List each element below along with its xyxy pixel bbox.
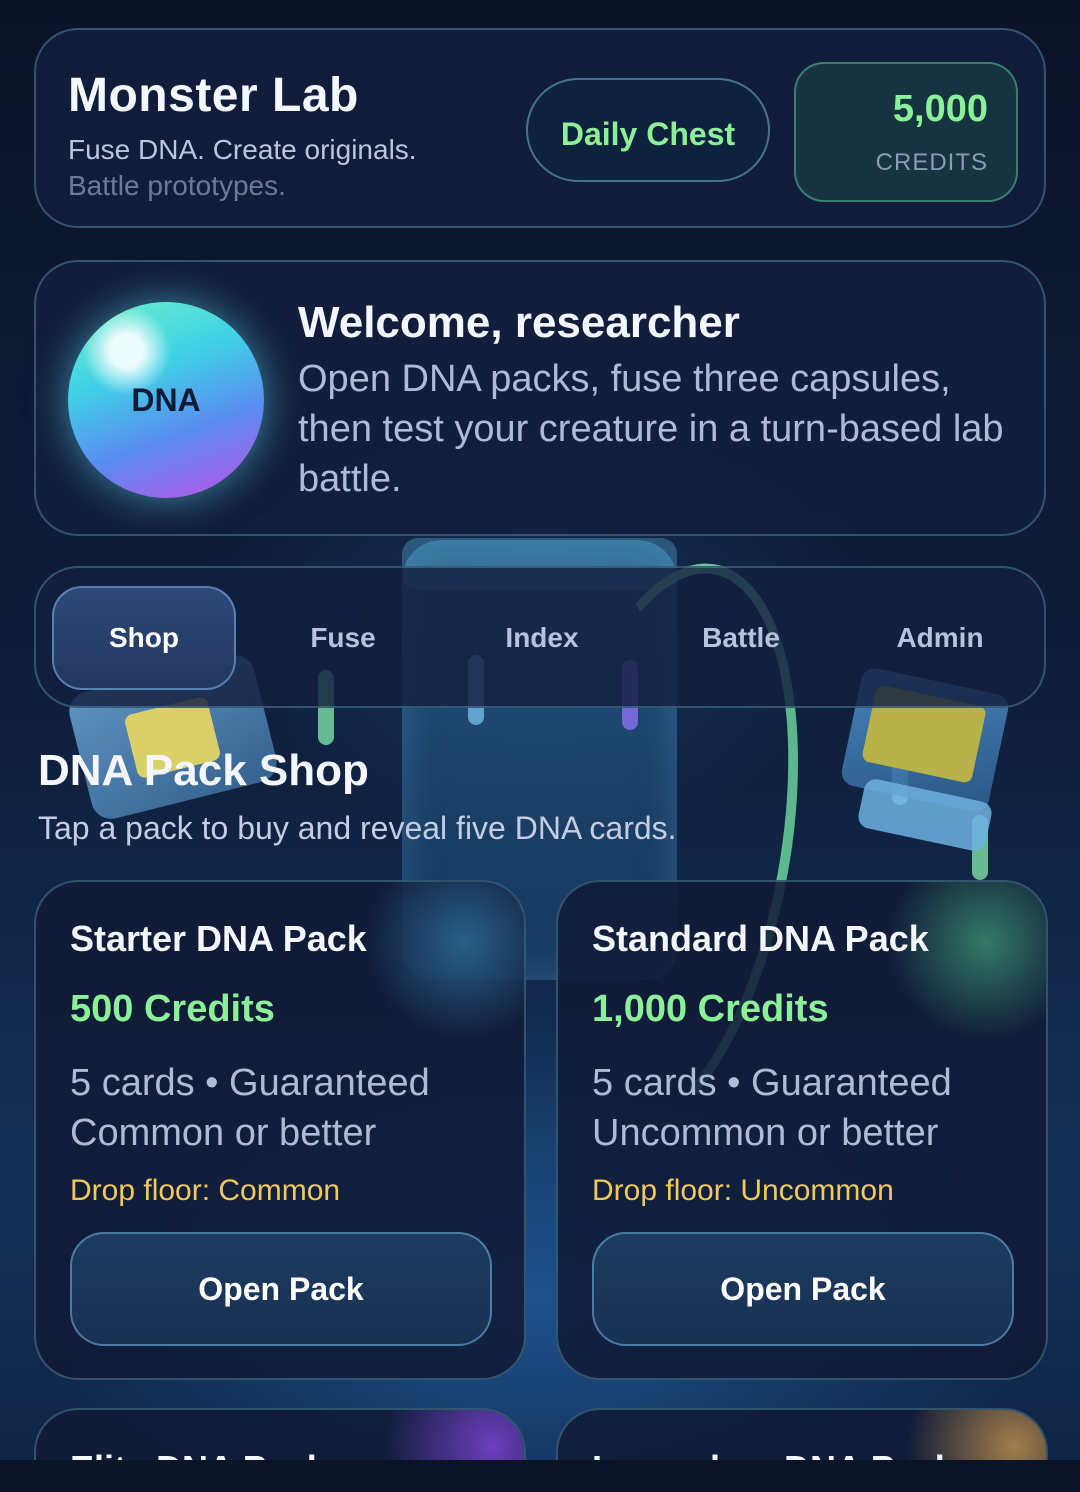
pack-drop-floor: Drop floor: Common: [70, 1174, 341, 1207]
tab-battle[interactable]: Battle: [649, 586, 833, 690]
welcome-panel: DNA Welcome, researcher Open DNA packs, …: [34, 260, 1046, 536]
pack-card-starter[interactable]: Starter DNA Pack 500 Credits 5 cards • G…: [34, 880, 526, 1380]
pack-drop-floor: Drop floor: Uncommon: [592, 1174, 894, 1207]
pack-description: 5 cards • Guaranteed Uncommon or better: [592, 1062, 952, 1154]
dna-orb-label: DNA: [131, 381, 201, 418]
pack-name: Starter DNA Pack: [70, 918, 367, 959]
welcome-title: Welcome, researcher: [298, 298, 740, 347]
app-root: Monster Lab Fuse DNA. Create originals. …: [0, 0, 1080, 1492]
pack-price: 500 Credits: [70, 988, 275, 1030]
shop-title: DNA Pack Shop: [38, 746, 369, 795]
tagline-line-2: Battle prototypes.: [68, 170, 286, 201]
tab-admin[interactable]: Admin: [848, 586, 1032, 690]
app-title: Monster Lab: [68, 69, 359, 122]
credits-balance: 5,000 CREDITS: [794, 62, 1018, 202]
pack-description: 5 cards • Guaranteed Common or better: [70, 1062, 430, 1154]
pack-name: Standard DNA Pack: [592, 918, 929, 959]
credits-value: 5,000: [892, 88, 988, 130]
pack-card-standard[interactable]: Standard DNA Pack 1,000 Credits 5 cards …: [556, 880, 1048, 1380]
tab-fuse[interactable]: Fuse: [251, 586, 435, 690]
bubble-decor: [972, 815, 988, 880]
tab-index[interactable]: Index: [450, 586, 634, 690]
app-tagline: Fuse DNA. Create originals. Battle proto…: [68, 132, 488, 204]
bottom-edge: [0, 1460, 1080, 1492]
credits-label: CREDITS: [875, 149, 988, 176]
open-pack-button[interactable]: Open Pack: [592, 1232, 1014, 1346]
welcome-text: Open DNA packs, fuse three capsules, the…: [298, 358, 1004, 500]
card-glow-decor: [364, 882, 524, 1042]
open-pack-button[interactable]: Open Pack: [70, 1232, 492, 1346]
pack-price: 1,000 Credits: [592, 988, 829, 1030]
daily-chest-button[interactable]: Daily Chest: [526, 78, 770, 182]
main-tab-bar: Shop Fuse Index Battle Admin: [34, 566, 1046, 708]
tagline-line-1: Fuse DNA. Create originals.: [68, 134, 417, 165]
bubble-decor: [892, 735, 908, 805]
header-panel: Monster Lab Fuse DNA. Create originals. …: [34, 28, 1046, 228]
tab-shop[interactable]: Shop: [52, 586, 236, 690]
shop-subtitle: Tap a pack to buy and reveal five DNA ca…: [38, 810, 677, 846]
card-glow-decor: [886, 882, 1046, 1042]
dna-orb-icon: DNA: [68, 302, 264, 498]
robot-right-base-decor: [856, 777, 994, 853]
